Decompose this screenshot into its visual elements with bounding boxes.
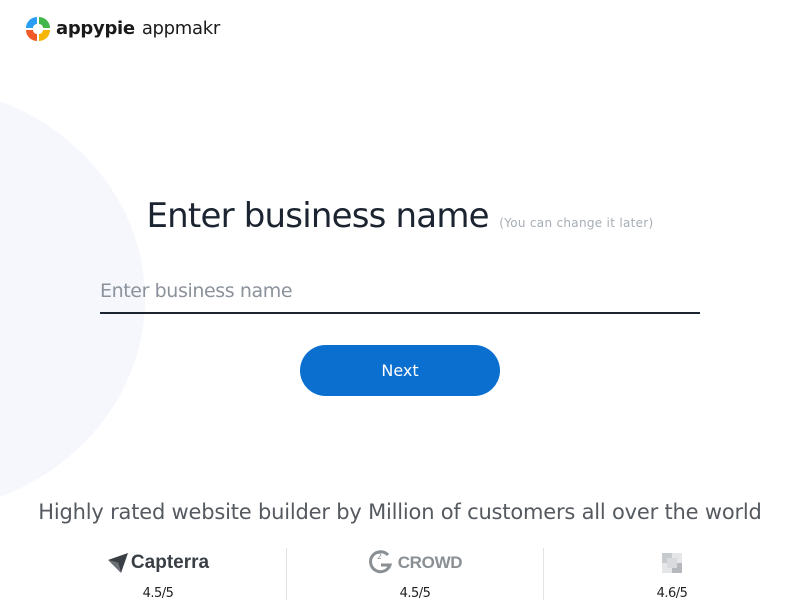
appypie-logo[interactable]: appypie appmakr xyxy=(24,14,220,42)
ratings-row: Capterra 4.5/5 2 CROWD 4.5/5 4.6/5 xyxy=(30,548,800,600)
capterra-icon xyxy=(107,553,128,573)
third-score: 4.6/5 xyxy=(656,586,688,600)
capterra-logo: Capterra xyxy=(30,548,286,578)
crowd-wordmark: CROWD xyxy=(397,553,463,572)
appypie-logo-icon xyxy=(26,16,50,41)
capterra-score: 4.5/5 xyxy=(142,586,174,600)
next-button[interactable]: Next xyxy=(300,345,500,396)
rating-third: 4.6/5 xyxy=(543,548,800,600)
page-heading: Enter business name (You can change it l… xyxy=(0,196,800,236)
business-name-input[interactable] xyxy=(100,270,700,314)
rating-g2crowd: 2 CROWD 4.5/5 xyxy=(286,548,543,600)
page: appypie appmakr Enter business name (You… xyxy=(0,0,800,600)
page-title: Enter business name xyxy=(146,196,489,236)
heading-note: (You can change it later) xyxy=(499,216,654,230)
svg-text:2: 2 xyxy=(377,552,382,561)
logo-product-text: appmakr xyxy=(141,17,220,39)
third-rating-logo xyxy=(544,548,800,578)
ratings-headline: Highly rated website builder by Million … xyxy=(38,500,762,524)
rating-capterra: Capterra 4.5/5 xyxy=(30,548,286,600)
rating-site-icon xyxy=(662,553,682,573)
g2-icon: 2 xyxy=(368,550,392,574)
g2crowd-logo: 2 CROWD xyxy=(287,548,543,578)
logo-brand-text: appypie xyxy=(56,17,135,39)
g2crowd-score: 4.5/5 xyxy=(399,586,431,600)
capterra-wordmark: Capterra xyxy=(130,552,210,573)
